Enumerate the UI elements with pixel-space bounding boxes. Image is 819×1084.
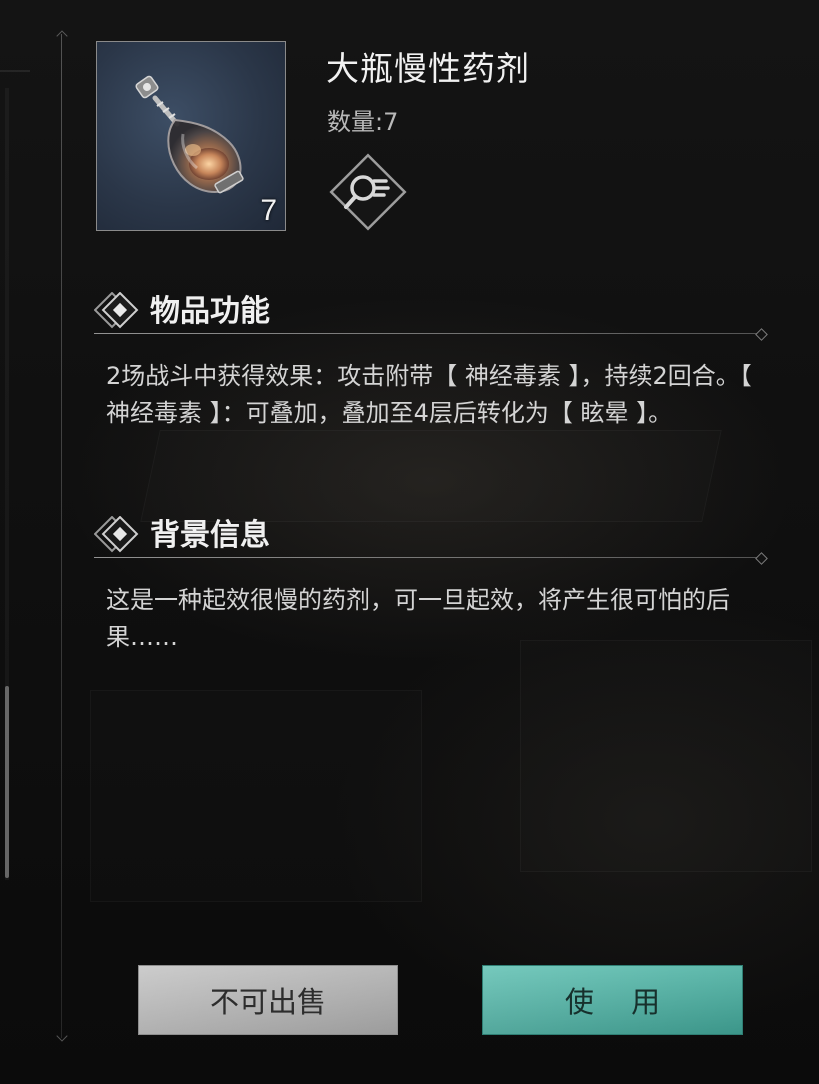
section-rule-end <box>755 328 768 341</box>
section-rule <box>94 333 762 334</box>
left-rail <box>0 70 30 72</box>
panel-divider <box>61 34 62 1038</box>
background-description: 这是一种起效很慢的药剂，可一旦起效，将产生很可怕的后果…… <box>106 586 730 651</box>
section-header-background: 背景信息 <box>94 510 768 565</box>
section-header-function: 物品功能 <box>94 286 768 341</box>
section-rule-end <box>755 552 768 565</box>
magnify-inspect-icon <box>329 153 407 231</box>
potion-bottle-icon <box>135 75 244 194</box>
inspect-button[interactable] <box>326 150 410 234</box>
item-icon-card: 7 <box>96 41 286 231</box>
use-button[interactable]: 使 用 <box>482 965 743 1035</box>
item-quantity: 数量:7 <box>327 108 399 136</box>
section-rule <box>94 557 762 558</box>
background-crate <box>520 640 812 872</box>
diamond-emblem-icon <box>94 516 139 553</box>
function-description: 2场战斗中获得效果：攻击附带【 神经毒素 】，持续2回合。【 神经毒素 】：可叠… <box>106 362 752 427</box>
item-detail-screen: 7 大瓶慢性药剂 数量:7 物品功能 2场战斗中获得效果：攻击附带【 神经毒素 … <box>0 0 819 1084</box>
section-title-function: 物品功能 <box>150 294 270 329</box>
section-title-background: 背景信息 <box>150 518 270 553</box>
background-crate <box>140 430 722 522</box>
item-name: 大瓶慢性药剂 <box>326 49 530 88</box>
stack-count: 7 <box>260 194 277 227</box>
diamond-emblem-icon <box>94 292 139 329</box>
scrollbar-thumb[interactable] <box>5 686 9 878</box>
background-crate <box>90 690 422 902</box>
not-for-sale-button[interactable]: 不可出售 <box>138 965 398 1035</box>
